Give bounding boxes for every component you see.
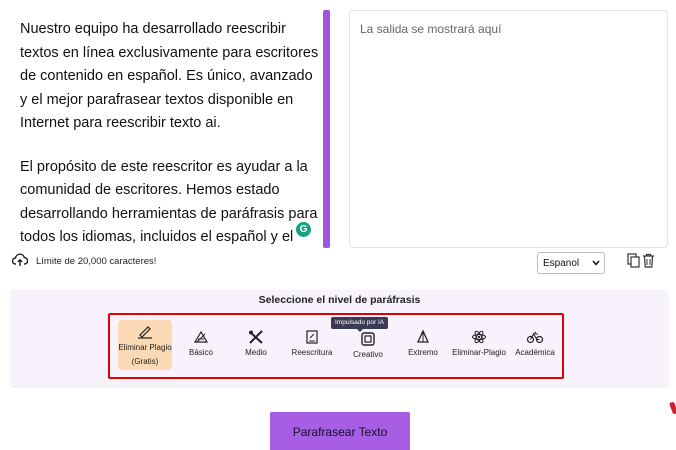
chevron-down-icon <box>592 260 600 266</box>
pen-icon <box>138 326 152 339</box>
mode-label: Eliminar Plagio <box>118 343 172 352</box>
tools-icon <box>249 330 263 344</box>
trash-icon[interactable] <box>642 253 655 268</box>
atom-icon <box>472 330 486 344</box>
output-placeholder: La salida se mostrará aquí <box>360 22 502 36</box>
basic-icon <box>193 330 209 343</box>
bicycle-icon <box>527 331 543 344</box>
mode-label: Creativo <box>353 350 383 359</box>
input-text-content[interactable]: Nuestro equipo ha desarrollado reescribi… <box>20 18 320 248</box>
creative-icon <box>361 332 375 346</box>
mode-medio[interactable]: Medio <box>236 330 276 357</box>
mode-creativo[interactable]: Creativo <box>346 332 390 359</box>
input-text-area[interactable]: Nuestro equipo ha desarrollado reescribi… <box>8 10 330 248</box>
mode-academica[interactable]: Académica <box>512 330 558 357</box>
language-select[interactable]: Espanol <box>537 252 605 274</box>
language-select-value: Espanol <box>543 258 580 269</box>
mode-label: Básico <box>188 348 213 357</box>
mode-label: Extremo <box>408 348 438 357</box>
mode-eliminar-plagio[interactable]: Eliminar-Plagio <box>450 330 508 357</box>
mode-reescritura[interactable]: Reescritura <box>288 330 336 357</box>
char-limit-label: Límite de 20,000 caracteres! <box>36 256 157 267</box>
paraphrase-button[interactable]: Parafrasear Texto <box>270 412 410 450</box>
mode-basico[interactable]: Básico <box>178 330 224 357</box>
mode-extremo[interactable]: Extremo <box>402 330 444 357</box>
mode-label: Reescritura <box>291 348 333 357</box>
rewrite-icon <box>306 330 318 344</box>
input-paragraph-1: Nuestro equipo ha desarrollado reescribi… <box>20 21 319 131</box>
output-text-area[interactable]: La salida se mostrará aquí <box>349 10 668 248</box>
cloud-upload-icon[interactable] <box>12 253 28 267</box>
flame-icon <box>416 330 430 343</box>
input-scrollbar[interactable] <box>323 10 330 248</box>
copy-icon[interactable] <box>627 253 640 268</box>
mode-label: Eliminar-Plagio <box>452 348 506 357</box>
mode-sublabel: (Gratis) <box>131 357 159 366</box>
mode-label: Académica <box>515 348 555 357</box>
ai-powered-badge: Impulsado por IA <box>331 317 389 332</box>
paraphrase-level-card: Seleccione el nivel de paráfrasis <box>11 290 668 386</box>
level-section-title: Seleccione el nivel de paráfrasis <box>258 294 421 306</box>
edge-marker <box>669 401 676 415</box>
mode-eliminar-plagio-gratis[interactable]: Eliminar Plagio (Gratis) <box>118 320 172 370</box>
input-paragraph-2: El propósito de este reescritor es ayuda… <box>20 158 318 246</box>
mode-label: Medio <box>245 348 267 357</box>
grammarly-icon[interactable]: G <box>296 222 311 237</box>
